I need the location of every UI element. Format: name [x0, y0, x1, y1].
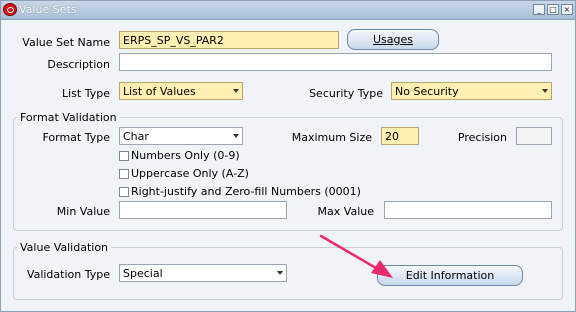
security-type-value: No Security [395, 85, 459, 98]
validation-type-label: Validation Type [26, 268, 110, 281]
right-justify-checkbox[interactable] [119, 187, 129, 197]
close-icon[interactable]: × [561, 4, 573, 15]
arrow-shaft [319, 234, 378, 270]
format-type-select[interactable]: Char [119, 127, 243, 145]
chevron-down-icon [233, 89, 239, 93]
maximize-icon[interactable]: □ [547, 4, 559, 15]
format-validation-legend: Format Validation [17, 111, 120, 124]
format-type-label: Format Type [42, 131, 110, 144]
right-justify-label: Right-justify and Zero-fill Numbers (000… [131, 185, 361, 198]
usages-button[interactable]: Usages [347, 29, 439, 50]
min-value-label: Min Value [56, 205, 110, 218]
security-type-label: Security Type [309, 87, 383, 100]
arrow-head [371, 260, 393, 278]
maximum-size-field[interactable]: 20 [381, 127, 419, 145]
value-set-name-label: Value Set Name [22, 36, 110, 49]
numbers-only-label: Numbers Only (0-9) [131, 149, 240, 162]
format-type-value: Char [123, 130, 149, 143]
max-value-field[interactable] [384, 201, 552, 219]
chevron-down-icon [277, 271, 283, 275]
maximum-size-label: Maximum Size [291, 131, 372, 144]
value-set-name-field[interactable]: ERPS_SP_VS_PAR2 [119, 31, 339, 49]
value-sets-window: Value Sets _ □ × Value Set Name ERPS_SP_… [0, 0, 576, 312]
chevron-down-icon [233, 134, 239, 138]
precision-label: Precision [457, 131, 507, 144]
precision-field[interactable] [516, 127, 552, 145]
max-value-label: Max Value [317, 205, 374, 218]
minimize-icon[interactable]: _ [533, 4, 545, 15]
security-type-select[interactable]: No Security [391, 82, 552, 100]
annotation-arrow-icon [319, 234, 393, 278]
list-type-label: List Type [62, 87, 110, 100]
title-bar: Value Sets _ □ × [1, 1, 575, 20]
validation-type-value: Special [123, 267, 163, 280]
description-field[interactable] [119, 53, 552, 71]
usages-button-label: Usages [372, 33, 413, 46]
edit-information-button-label: Edit Information [405, 269, 495, 282]
window-title: Value Sets [19, 3, 77, 16]
list-type-select[interactable]: List of Values [119, 82, 243, 100]
oracle-logo-icon [3, 3, 17, 16]
numbers-only-checkbox[interactable] [119, 151, 129, 161]
list-type-value: List of Values [123, 85, 196, 98]
value-validation-legend: Value Validation [17, 241, 112, 254]
min-value-field[interactable] [119, 201, 287, 219]
uppercase-only-label: Uppercase Only (A-Z) [131, 167, 249, 180]
description-label: Description [47, 58, 110, 71]
chevron-down-icon [542, 89, 548, 93]
uppercase-only-checkbox[interactable] [119, 169, 129, 179]
validation-type-select[interactable]: Special [119, 264, 287, 282]
